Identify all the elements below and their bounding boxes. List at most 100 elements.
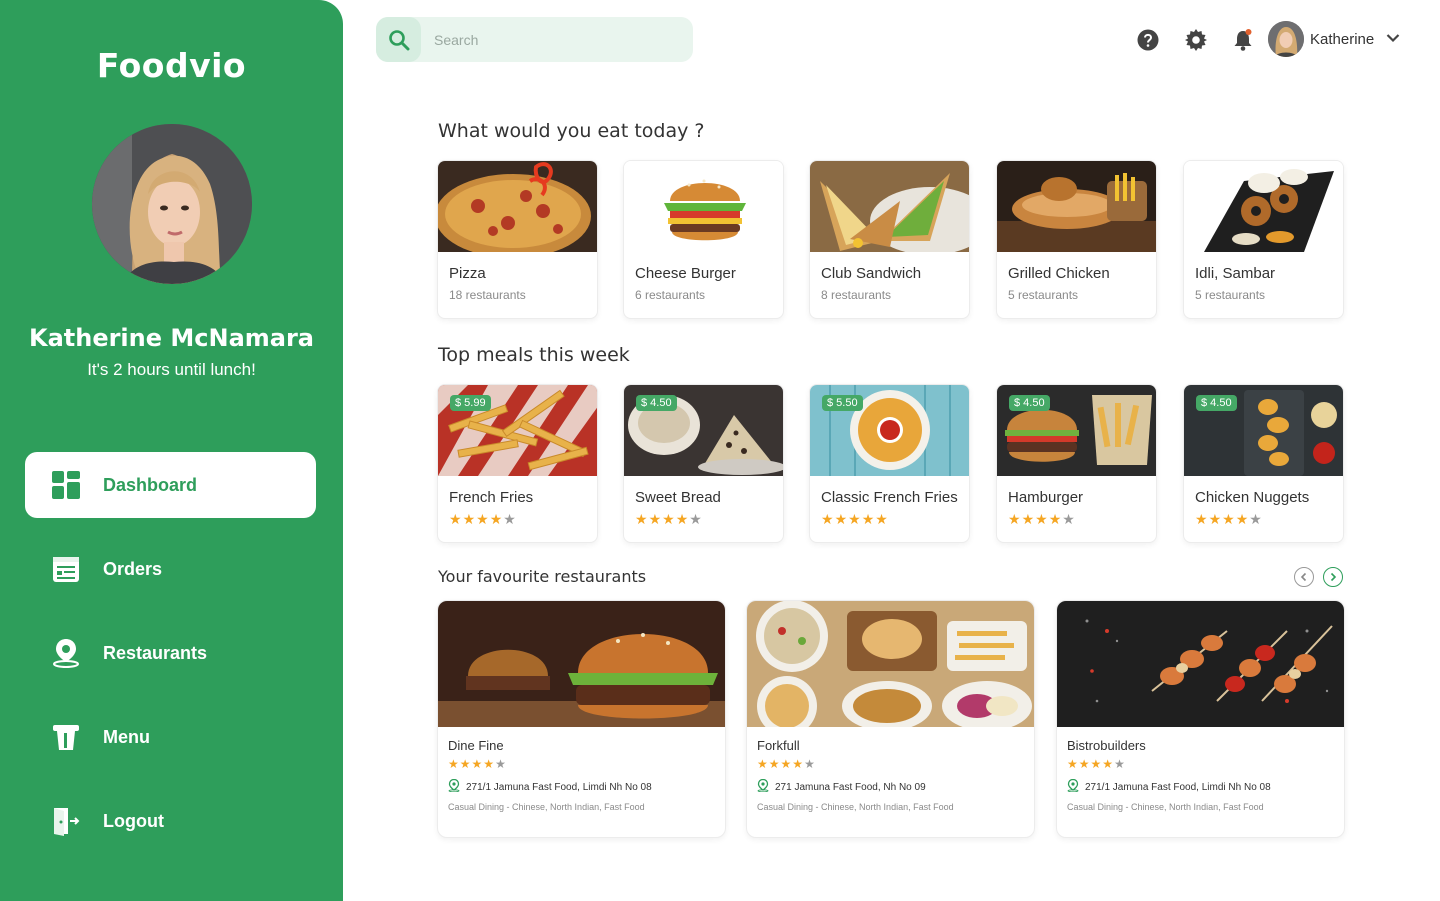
nav-item-label: Menu: [103, 726, 150, 747]
rating-stars: ★ ★ ★ ★ ★: [1008, 512, 1075, 526]
chicken-nuggets-image: $ 4.50: [1184, 385, 1343, 476]
star-filled-icon: ★: [834, 511, 848, 527]
star-filled-icon: ★: [757, 757, 768, 771]
price-badge: $ 5.50: [822, 395, 863, 411]
bell-icon[interactable]: [1231, 28, 1255, 52]
meal-card-hamburger[interactable]: $ 4.50 Hamburger ★ ★ ★ ★ ★: [996, 384, 1157, 543]
nav-item-label: Logout: [103, 810, 164, 831]
nav-item-menu[interactable]: Menu: [25, 704, 316, 770]
rating-stars: ★ ★ ★ ★ ★: [448, 758, 506, 770]
star-filled-icon: ★: [821, 511, 834, 527]
restaurant-name: Dine Fine: [448, 738, 504, 753]
help-icon[interactable]: [1136, 28, 1160, 52]
search-bar: [376, 17, 693, 62]
star-empty-icon: ★: [495, 757, 506, 771]
category-count: 5 restaurants: [1195, 288, 1266, 302]
star-filled-icon: ★: [1021, 511, 1035, 527]
restaurant-address-text: 271/1 Jamuna Fast Food, Limdi Nh No 08: [466, 781, 652, 793]
nav-item-logout[interactable]: Logout: [25, 788, 316, 854]
restaurant-category: Casual Dining - Chinese, North Indian, F…: [448, 802, 645, 812]
star-empty-icon: ★: [503, 511, 516, 527]
star-filled-icon: ★: [489, 511, 503, 527]
category-card-club-sandwich[interactable]: Club Sandwich 8 restaurants: [809, 160, 970, 319]
category-card-idli-sambar[interactable]: Idli, Sambar 5 restaurants: [1183, 160, 1344, 319]
nav-item-label: Orders: [103, 558, 163, 579]
star-filled-icon: ★: [1102, 757, 1114, 771]
rating-stars: ★ ★ ★ ★ ★: [635, 512, 702, 526]
dashboard-icon: [51, 470, 81, 500]
meal-card-french-fries[interactable]: $ 5.99 French Fries ★ ★ ★ ★ ★: [437, 384, 598, 543]
star-filled-icon: ★: [483, 757, 495, 771]
category-count: 6 restaurants: [635, 288, 706, 302]
restaurant-name: Forkfull: [757, 738, 800, 753]
brand-logo[interactable]: Foodvio: [0, 46, 343, 85]
meal-name: Sweet Bread: [635, 489, 721, 506]
star-filled-icon: ★: [1067, 757, 1078, 771]
star-filled-icon: ★: [635, 511, 648, 527]
star-empty-icon: ★: [1114, 757, 1125, 771]
orders-icon: [51, 554, 81, 584]
nav-item-orders[interactable]: Orders: [25, 536, 316, 602]
burger-image: [624, 161, 783, 252]
category-card-pizza[interactable]: Pizza 18 restaurants: [437, 160, 598, 319]
sweet-bread-image: $ 4.50: [624, 385, 783, 476]
meal-card-sweet-bread[interactable]: $ 4.50 Sweet Bread ★ ★ ★ ★ ★: [623, 384, 784, 543]
restaurant-image: [438, 601, 725, 727]
search-input[interactable]: [434, 31, 674, 48]
restaurant-address-text: 271/1 Jamuna Fast Food, Limdi Nh No 08: [1085, 781, 1271, 793]
grilled-chicken-image: [997, 161, 1156, 252]
star-filled-icon: ★: [476, 511, 489, 527]
meal-name: Classic French Fries: [821, 489, 958, 506]
location-pin-icon: [448, 778, 460, 795]
nav-item-dashboard[interactable]: Dashboard: [25, 452, 316, 518]
restaurant-address: 271/1 Jamuna Fast Food, Limdi Nh No 08: [448, 778, 652, 795]
meal-card-classic-french-fries[interactable]: $ 5.50 Classic French Fries ★ ★ ★ ★ ★: [809, 384, 970, 543]
star-filled-icon: ★: [1048, 511, 1062, 527]
star-filled-icon: ★: [675, 511, 689, 527]
star-filled-icon: ★: [768, 757, 780, 771]
star-empty-icon: ★: [689, 511, 702, 527]
pizza-image: [438, 161, 597, 252]
category-count: 18 restaurants: [449, 288, 526, 302]
gear-icon[interactable]: [1184, 28, 1208, 52]
carousel-next-button[interactable]: [1323, 567, 1343, 587]
section-title-favourites: Your favourite restaurants: [438, 567, 647, 586]
menu-icon: [51, 722, 81, 752]
star-filled-icon: ★: [648, 511, 662, 527]
carousel-prev-button[interactable]: [1294, 567, 1314, 587]
star-filled-icon: ★: [1035, 511, 1048, 527]
restaurant-category: Casual Dining - Chinese, North Indian, F…: [1067, 802, 1264, 812]
star-filled-icon: ★: [448, 757, 459, 771]
search-button[interactable]: [376, 17, 421, 62]
restaurant-image: [747, 601, 1034, 727]
meal-card-chicken-nuggets[interactable]: $ 4.50 Chicken Nuggets ★ ★ ★ ★ ★: [1183, 384, 1344, 543]
chevron-down-icon: [1386, 30, 1400, 48]
star-filled-icon: ★: [1090, 757, 1102, 771]
sidebar: Foodvio Katherine McNamara It's 2 hours …: [0, 0, 343, 901]
restaurant-address: 271 Jamuna Fast Food, Nh No 09: [757, 778, 926, 795]
category-name: Club Sandwich: [821, 265, 922, 282]
user-menu[interactable]: Katherine: [1268, 21, 1400, 57]
price-badge: $ 4.50: [1196, 395, 1237, 411]
star-filled-icon: ★: [471, 757, 483, 771]
restaurant-image: [1057, 601, 1344, 727]
classic-fries-image: $ 5.50: [810, 385, 969, 476]
rating-stars: ★ ★ ★ ★ ★: [1195, 512, 1262, 526]
star-filled-icon: ★: [462, 511, 476, 527]
restaurant-card-bistrobuilders[interactable]: Bistrobuilders ★ ★ ★ ★ ★ 271/1 Jamuna Fast F…: [1056, 600, 1345, 838]
price-badge: $ 4.50: [1009, 395, 1050, 411]
category-card-cheese-burger[interactable]: Cheese Burger 6 restaurants: [623, 160, 784, 319]
profile-avatar: [92, 124, 252, 284]
star-filled-icon: ★: [875, 511, 888, 527]
star-empty-icon: ★: [1249, 511, 1262, 527]
restaurant-card-dine-fine[interactable]: Dine Fine ★ ★ ★ ★ ★ 271/1 Jamuna Fast Food, …: [437, 600, 726, 838]
restaurant-card-forkfull[interactable]: Forkfull ★ ★ ★ ★ ★ 271 Jamuna Fast Food, Nh …: [746, 600, 1035, 838]
category-card-grilled-chicken[interactable]: Grilled Chicken 5 restaurants: [996, 160, 1157, 319]
location-pin-icon: [757, 778, 769, 795]
star-filled-icon: ★: [662, 511, 675, 527]
meal-name: Hamburger: [1008, 489, 1084, 506]
star-filled-icon: ★: [1078, 757, 1090, 771]
avatar: [1268, 21, 1304, 57]
nav-item-restaurants[interactable]: Restaurants: [25, 620, 316, 686]
category-name: Idli, Sambar: [1195, 265, 1276, 282]
